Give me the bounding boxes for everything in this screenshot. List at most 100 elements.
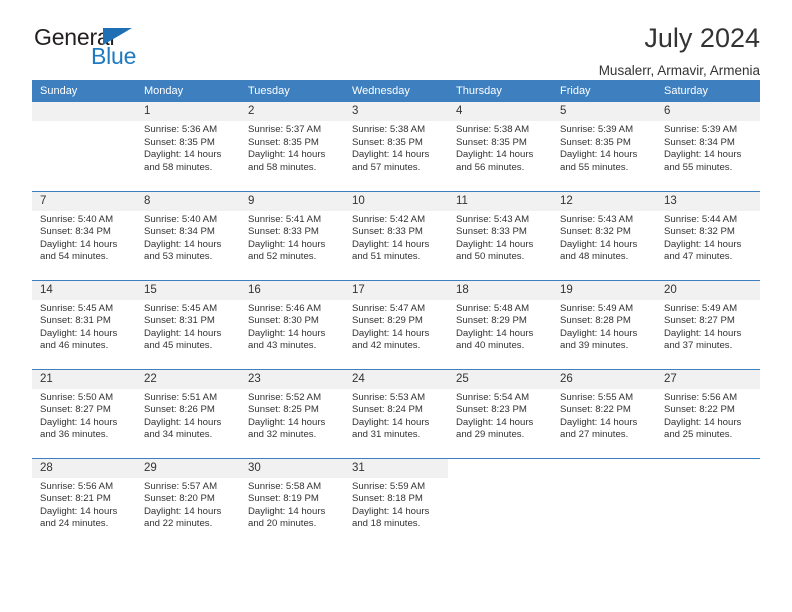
day-details: Sunrise: 5:45 AM Sunset: 8:31 PM Daylight:… [32,300,136,353]
detail-sunset: Sunset: 8:19 PM [248,493,319,505]
detail-daylight1: Daylight: 14 hours [664,327,742,339]
day-cell-inner [448,459,552,548]
day-details: Sunrise: 5:56 AM Sunset: 8:22 PM Daylight:… [656,389,760,442]
day-number: 14 [32,280,136,300]
day-number: 25 [448,369,552,389]
day-cell[interactable]: 14 Sunrise: 5:45 AM Sunset: 8:31 PM Dayligh… [32,279,136,369]
detail-daylight2: and 31 minutes. [352,429,421,441]
day-number: 22 [136,369,240,389]
detail-sunrise: Sunrise: 5:42 AM [352,213,426,225]
day-cell[interactable]: 6 Sunrise: 5:39 AM Sunset: 8:34 PM Daylight… [656,102,760,191]
day-details: Sunrise: 5:51 AM Sunset: 8:26 PM Daylight:… [136,389,240,442]
calendar-page: General Blue July 2024 Musalerr, Armavir… [0,0,792,612]
day-details: Sunrise: 5:49 AM Sunset: 8:28 PM Daylight:… [552,300,656,353]
detail-daylight1: Daylight: 14 hours [560,238,638,250]
day-cell-inner: 13 Sunrise: 5:44 AM Sunset: 8:32 PM Dayligh… [656,191,760,280]
day-number: 24 [344,369,448,389]
day-cell[interactable]: 2 Sunrise: 5:37 AM Sunset: 8:35 PM Daylight… [240,102,344,191]
calendar-week-row: 1 Sunrise: 5:36 AM Sunset: 8:35 PM Daylight… [32,102,760,191]
day-cell[interactable]: 12 Sunrise: 5:43 AM Sunset: 8:32 PM Dayligh… [552,190,656,280]
day-cell[interactable]: 17 Sunrise: 5:47 AM Sunset: 8:29 PM Dayligh… [344,279,448,369]
day-details: Sunrise: 5:45 AM Sunset: 8:31 PM Daylight:… [136,300,240,353]
day-cell[interactable]: 23 Sunrise: 5:52 AM Sunset: 8:25 PM Dayligh… [240,368,344,458]
detail-daylight2: and 22 minutes. [144,518,213,530]
detail-sunrise: Sunrise: 5:39 AM [664,124,738,135]
detail-sunrise: Sunrise: 5:54 AM [456,391,530,403]
day-details: Sunrise: 5:43 AM Sunset: 8:33 PM Daylight:… [448,211,552,264]
detail-daylight2: and 37 minutes. [664,340,733,352]
detail-sunset: Sunset: 8:25 PM [248,404,319,416]
detail-sunrise: Sunrise: 5:56 AM [664,391,738,403]
day-cell[interactable]: 29 Sunrise: 5:57 AM Sunset: 8:20 PM Dayligh… [136,457,240,548]
day-cell[interactable]: 1 Sunrise: 5:36 AM Sunset: 8:35 PM Daylight… [136,102,240,191]
day-cell-inner: 27 Sunrise: 5:56 AM Sunset: 8:22 PM Dayligh… [656,369,760,458]
day-cell-inner: 28 Sunrise: 5:56 AM Sunset: 8:21 PM Dayligh… [32,458,136,548]
detail-sunrise: Sunrise: 5:38 AM [456,124,530,135]
day-cell[interactable]: 24 Sunrise: 5:53 AM Sunset: 8:24 PM Dayligh… [344,368,448,458]
day-details: Sunrise: 5:39 AM Sunset: 8:34 PM Daylight:… [656,121,760,174]
day-cell-inner: 2 Sunrise: 5:37 AM Sunset: 8:35 PM Daylight… [240,102,344,191]
detail-sunset: Sunset: 8:24 PM [352,404,423,416]
detail-sunrise: Sunrise: 5:44 AM [664,213,738,225]
day-cell-inner: 5 Sunrise: 5:39 AM Sunset: 8:35 PM Daylight… [552,102,656,191]
detail-sunrise: Sunrise: 5:38 AM [352,124,426,135]
day-cell[interactable]: 31 Sunrise: 5:59 AM Sunset: 8:18 PM Dayligh… [344,457,448,547]
day-cell[interactable]: 26 Sunrise: 5:55 AM Sunset: 8:22 PM Dayligh… [552,368,656,458]
detail-daylight1: Daylight: 14 hours [248,149,326,161]
detail-daylight2: and 25 minutes. [664,429,733,441]
day-number: 3 [344,102,448,121]
day-cell[interactable]: 20 Sunrise: 5:49 AM Sunset: 8:27 PM Dayligh… [656,279,760,369]
day-cell[interactable]: 5 Sunrise: 5:39 AM Sunset: 8:35 PM Daylight… [552,102,656,191]
day-details: Sunrise: 5:49 AM Sunset: 8:27 PM Daylight:… [656,300,760,353]
title-block: July 2024 Musalerr, Armavir, Armenia [599,23,760,77]
detail-sunset: Sunset: 8:31 PM [144,315,215,327]
day-cell[interactable]: 16 Sunrise: 5:46 AM Sunset: 8:30 PM Dayligh… [240,279,344,369]
day-cell[interactable]: 7 Sunrise: 5:40 AM Sunset: 8:34 PM Daylight… [32,190,136,280]
detail-daylight1: Daylight: 14 hours [352,238,430,250]
day-number: 21 [32,369,136,389]
day-cell-inner: 8 Sunrise: 5:40 AM Sunset: 8:34 PM Daylight… [136,191,240,280]
day-number: 4 [448,102,552,121]
day-cell-inner: 29 Sunrise: 5:57 AM Sunset: 8:20 PM Dayligh… [136,458,240,548]
day-details: Sunrise: 5:44 AM Sunset: 8:32 PM Daylight:… [656,211,760,264]
detail-daylight2: and 56 minutes. [456,161,525,173]
detail-daylight1: Daylight: 14 hours [352,327,430,339]
detail-daylight2: and 39 minutes. [560,340,629,352]
day-cell[interactable]: 22 Sunrise: 5:51 AM Sunset: 8:26 PM Dayligh… [136,368,240,458]
day-cell-inner: 26 Sunrise: 5:55 AM Sunset: 8:22 PM Dayligh… [552,369,656,458]
day-cell[interactable]: 19 Sunrise: 5:49 AM Sunset: 8:28 PM Dayligh… [552,279,656,369]
detail-daylight1: Daylight: 14 hours [560,327,638,339]
day-cell[interactable]: 15 Sunrise: 5:45 AM Sunset: 8:31 PM Dayligh… [136,279,240,369]
detail-sunrise: Sunrise: 5:45 AM [40,302,114,314]
day-cell[interactable]: 3 Sunrise: 5:38 AM Sunset: 8:35 PM Daylight… [344,102,448,191]
day-cell[interactable]: 4 Sunrise: 5:38 AM Sunset: 8:35 PM Daylight… [448,102,552,191]
day-cell[interactable]: 13 Sunrise: 5:44 AM Sunset: 8:32 PM Dayligh… [656,190,760,280]
day-cell[interactable]: 9 Sunrise: 5:41 AM Sunset: 8:33 PM Daylight… [240,190,344,280]
day-cell-inner [552,459,656,548]
day-cell[interactable]: 18 Sunrise: 5:48 AM Sunset: 8:29 PM Dayligh… [448,279,552,369]
day-cell-inner: 16 Sunrise: 5:46 AM Sunset: 8:30 PM Dayligh… [240,280,344,369]
day-number: 6 [656,102,760,121]
detail-daylight1: Daylight: 14 hours [352,505,430,517]
day-cell-inner: 24 Sunrise: 5:53 AM Sunset: 8:24 PM Dayligh… [344,369,448,458]
day-cell[interactable]: 10 Sunrise: 5:42 AM Sunset: 8:33 PM Dayligh… [344,190,448,280]
day-cell-inner: 18 Sunrise: 5:48 AM Sunset: 8:29 PM Dayligh… [448,280,552,369]
detail-daylight1: Daylight: 14 hours [144,505,222,517]
day-cell[interactable]: 21 Sunrise: 5:50 AM Sunset: 8:27 PM Dayligh… [32,368,136,458]
day-cell[interactable]: 28 Sunrise: 5:56 AM Sunset: 8:21 PM Dayligh… [32,457,136,548]
day-cell[interactable]: 30 Sunrise: 5:58 AM Sunset: 8:19 PM Dayligh… [240,457,344,547]
logo-text-blue: Blue [91,43,137,69]
detail-sunrise: Sunrise: 5:51 AM [144,391,218,403]
day-cell[interactable]: 25 Sunrise: 5:54 AM Sunset: 8:23 PM Dayligh… [448,368,552,458]
day-cell[interactable]: 27 Sunrise: 5:56 AM Sunset: 8:22 PM Dayligh… [656,368,760,458]
detail-daylight2: and 43 minutes. [248,340,317,352]
calendar-week-row: 21 Sunrise: 5:50 AM Sunset: 8:27 PM Dayligh… [32,368,760,458]
day-cell-inner: 4 Sunrise: 5:38 AM Sunset: 8:35 PM Daylight… [448,102,552,191]
day-cell-inner: 22 Sunrise: 5:51 AM Sunset: 8:26 PM Dayligh… [136,369,240,458]
day-cell[interactable]: 8 Sunrise: 5:40 AM Sunset: 8:34 PM Daylight… [136,190,240,280]
day-cell[interactable]: 11 Sunrise: 5:43 AM Sunset: 8:33 PM Dayligh… [448,190,552,280]
day-cell-inner: 19 Sunrise: 5:49 AM Sunset: 8:28 PM Dayligh… [552,280,656,369]
detail-daylight2: and 48 minutes. [560,251,629,263]
detail-sunrise: Sunrise: 5:56 AM [40,480,114,492]
weekday-header-tuesday: Tuesday [240,80,344,102]
